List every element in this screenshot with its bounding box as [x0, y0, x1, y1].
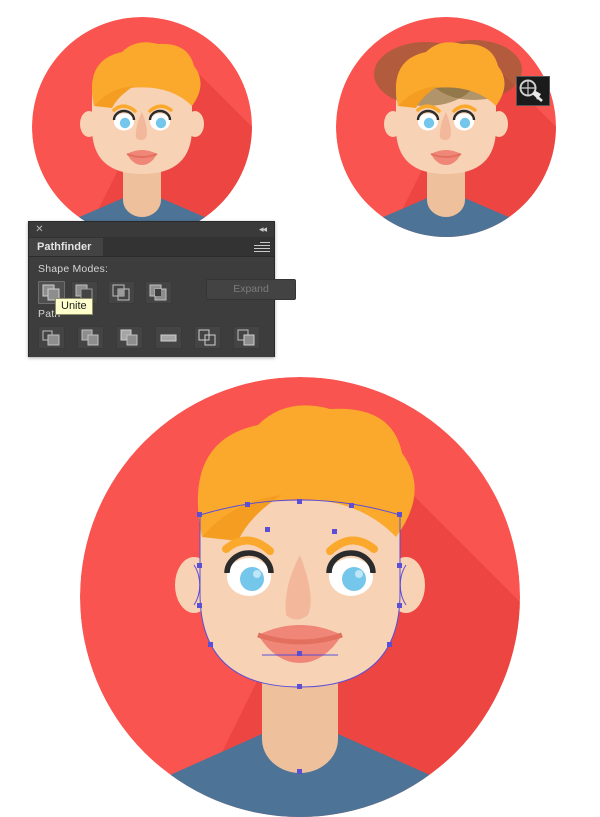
pathfinder-crop-button[interactable] — [155, 326, 182, 349]
avatar-face-path-selected[interactable] — [60, 377, 540, 817]
pathfinder-minus-back-button[interactable] — [233, 326, 260, 349]
pathfinder-merge-button[interactable] — [116, 326, 143, 349]
avatar-with-selected-hair-shapes[interactable] — [326, 12, 566, 242]
pathfinder-outline-button[interactable] — [194, 326, 221, 349]
unite-tooltip: Unite — [55, 298, 93, 315]
pathfinder-divide-button[interactable] — [38, 326, 65, 349]
panel-titlebar[interactable]: ✕ ◂◂ — [29, 222, 274, 238]
pathfinder-cursor-icon — [516, 76, 550, 106]
panel-menu-icon[interactable] — [254, 242, 270, 252]
tab-pathfinder[interactable]: Pathfinder — [29, 238, 104, 256]
shape-mode-exclude-button[interactable] — [145, 281, 172, 304]
panel-tab-row[interactable]: Pathfinder — [29, 238, 274, 257]
close-icon[interactable]: ✕ — [34, 224, 45, 235]
pathfinder-trim-button[interactable] — [77, 326, 104, 349]
pathfinder-panel[interactable]: ✕ ◂◂ Pathfinder Shape Modes: Expand Path — [28, 221, 296, 357]
shape-mode-intersect-button[interactable] — [108, 281, 135, 304]
collapse-double-chevron-icon[interactable]: ◂◂ — [256, 224, 269, 235]
shape-modes-label: Shape Modes: — [38, 263, 109, 275]
illustrator-canvas: ✕ ◂◂ Pathfinder Shape Modes: Expand Path… — [0, 0, 600, 817]
expand-button[interactable]: Expand — [206, 279, 296, 300]
avatar-plain[interactable] — [22, 12, 262, 242]
